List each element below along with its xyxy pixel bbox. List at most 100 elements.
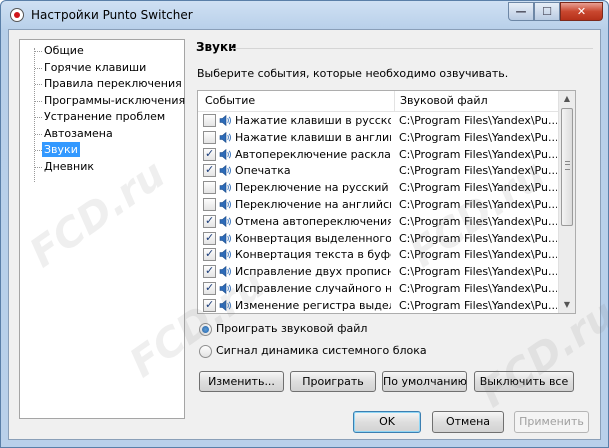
event-name-cell: Конвертация выделенного ... bbox=[235, 231, 391, 245]
sidebar-item[interactable]: Правила переключения bbox=[42, 76, 184, 91]
scrollbar-grip-icon bbox=[565, 161, 570, 170]
table-row[interactable]: Исправление двух прописн... C:\Program Fi… bbox=[198, 263, 559, 280]
event-checkbox[interactable] bbox=[203, 163, 216, 178]
sound-file-cell: C:\Program Files\Yandex\Pu... bbox=[399, 298, 557, 312]
default-button[interactable]: По умолчанию bbox=[382, 371, 467, 392]
sidebar-item[interactable]: Устранение проблем bbox=[42, 109, 167, 124]
event-checkbox[interactable] bbox=[203, 147, 216, 161]
scroll-up-arrow-icon[interactable]: ▲ bbox=[559, 91, 575, 107]
cancel-button[interactable]: Отмена bbox=[432, 411, 504, 433]
settings-navigation-tree: Общие Горячие клавиши Правила переключения… bbox=[19, 39, 185, 419]
sound-file-cell: C:\Program Files\Yandex\Pu... bbox=[399, 181, 557, 195]
table-row[interactable]: Опечатка C:\Program Files\Yandex\Pu... bbox=[198, 162, 559, 179]
tree-connector-branch bbox=[35, 166, 42, 168]
event-checkbox[interactable] bbox=[203, 231, 216, 245]
table-row[interactable]: Исправление случайного на... C:\Program F… bbox=[198, 280, 559, 297]
table-row[interactable]: Изменение регистра выдел... C:\Program Fi… bbox=[198, 297, 559, 313]
scrollbar-thumb[interactable] bbox=[561, 108, 573, 226]
table-row[interactable]: Автопереключение раскла... C:\Program Fil… bbox=[198, 146, 559, 163]
table-row[interactable]: Нажатие клавиши в русской... C:\Program F… bbox=[198, 112, 559, 129]
tree-connector-branch bbox=[35, 150, 42, 151]
sidebar-item[interactable]: Общие bbox=[42, 43, 86, 58]
event-checkbox[interactable] bbox=[203, 198, 216, 211]
column-header-event[interactable]: Событие bbox=[205, 94, 255, 107]
sound-file-cell: C:\Program Files\Yandex\Pu... bbox=[399, 130, 557, 144]
table-row[interactable]: Нажатие клавиши в английс... C:\Program F… bbox=[198, 129, 559, 146]
event-name-cell: Нажатие клавиши в английс... bbox=[235, 130, 391, 144]
table-row[interactable]: Конвертация текста в буфе... C:\Program F… bbox=[198, 246, 559, 263]
tree-connector-branch bbox=[35, 133, 42, 135]
event-checkbox[interactable] bbox=[203, 247, 216, 262]
event-name-cell: Конвертация текста в буфе... bbox=[235, 248, 391, 262]
sound-file-cell: C:\Program Files\Yandex\Pu... bbox=[399, 147, 557, 161]
section-description: Выберите события, которые необходимо озв… bbox=[197, 67, 509, 80]
speaker-icon bbox=[219, 248, 232, 261]
tree-connector-branch bbox=[35, 100, 42, 102]
scroll-down-arrow-icon[interactable]: ▼ bbox=[559, 297, 575, 313]
tree-connector-branch bbox=[35, 67, 42, 69]
event-checkbox[interactable] bbox=[203, 264, 216, 279]
radio-button[interactable] bbox=[199, 323, 212, 336]
radio-button[interactable] bbox=[199, 345, 212, 358]
tree-connector-branch bbox=[35, 51, 42, 52]
speaker-icon bbox=[219, 232, 232, 245]
table-row[interactable]: Отмена автопереключения C:\Program Files\… bbox=[198, 213, 559, 230]
event-checkbox[interactable] bbox=[203, 181, 216, 195]
sidebar-item[interactable]: Дневник bbox=[42, 159, 96, 174]
table-row[interactable]: Переключение на русский C:\Program Files\… bbox=[198, 179, 559, 196]
event-checkbox[interactable] bbox=[203, 298, 216, 312]
speaker-icon bbox=[219, 181, 232, 194]
event-name-cell: Автопереключение раскла... bbox=[235, 147, 391, 161]
apply-button[interactable]: Применить bbox=[514, 411, 589, 433]
speaker-icon bbox=[219, 265, 232, 278]
speaker-icon bbox=[219, 114, 232, 127]
play-button[interactable]: Проиграть bbox=[290, 371, 376, 392]
sidebar-item[interactable]: Горячие клавиши bbox=[42, 60, 148, 75]
event-checkbox[interactable] bbox=[203, 114, 216, 127]
radio-label: Сигнал динамика системного блока bbox=[216, 344, 427, 357]
disable-all-button[interactable]: Выключить все bbox=[474, 371, 574, 392]
column-header-sound-file[interactable]: Звуковой файл bbox=[400, 94, 488, 107]
table-header: Событие Звуковой файл bbox=[198, 91, 559, 112]
sound-file-cell: C:\Program Files\Yandex\Pu... bbox=[399, 214, 557, 228]
sidebar-item[interactable]: Автозамена bbox=[42, 126, 115, 141]
tree-connector-branch bbox=[35, 117, 42, 118]
speaker-icon bbox=[219, 198, 232, 211]
sidebar-item[interactable]: Звуки bbox=[42, 142, 80, 157]
sound-file-cell: C:\Program Files\Yandex\Pu... bbox=[399, 248, 557, 262]
punto-switcher-app-icon bbox=[10, 8, 24, 22]
sound-file-cell: C:\Program Files\Yandex\Pu... bbox=[399, 282, 557, 295]
sound-file-cell: C:\Program Files\Yandex\Pu... bbox=[399, 231, 557, 245]
table-row[interactable]: Переключение на английский C:\Program Fil… bbox=[198, 196, 559, 213]
event-name-cell: Переключение на русский bbox=[235, 181, 389, 195]
column-separator[interactable] bbox=[394, 91, 395, 111]
event-name-cell: Опечатка bbox=[235, 164, 291, 178]
speaker-icon bbox=[219, 282, 232, 295]
event-checkbox[interactable] bbox=[203, 214, 216, 228]
sidebar-item[interactable]: Программы-исключения bbox=[42, 93, 187, 108]
event-name-cell: Исправление двух прописн... bbox=[235, 265, 391, 279]
event-name-cell: Нажатие клавиши в русской... bbox=[235, 114, 391, 127]
radio-label: Проиграть звуковой файл bbox=[216, 322, 368, 335]
event-checkbox[interactable] bbox=[203, 130, 216, 144]
maximize-button[interactable]: ☐ bbox=[534, 2, 560, 21]
event-checkbox[interactable] bbox=[203, 281, 216, 295]
title-bar[interactable]: Настройки Punto Switcher — ☐ ✕ bbox=[1, 1, 608, 29]
close-button[interactable]: ✕ bbox=[560, 2, 603, 21]
speaker-icon bbox=[219, 299, 232, 312]
vertical-scrollbar[interactable]: ▲ ▼ bbox=[558, 91, 575, 313]
ok-button[interactable]: OK bbox=[353, 411, 421, 433]
event-name-cell: Изменение регистра выдел... bbox=[235, 298, 391, 312]
sound-file-cell: C:\Program Files\Yandex\Pu... bbox=[399, 114, 557, 127]
settings-window: Настройки Punto Switcher — ☐ ✕ Общие Горя… bbox=[0, 0, 609, 448]
table-row[interactable]: Конвертация выделенного ... C:\Program Fi… bbox=[198, 230, 559, 247]
minimize-button[interactable]: — bbox=[508, 2, 534, 21]
event-name-cell: Отмена автопереключения bbox=[235, 214, 391, 228]
change-button[interactable]: Изменить... bbox=[199, 371, 284, 392]
event-name-cell: Переключение на английский bbox=[235, 198, 391, 211]
section-divider bbox=[231, 48, 593, 49]
sound-file-cell: C:\Program Files\Yandex\Pu... bbox=[399, 265, 557, 279]
window-title: Настройки Punto Switcher bbox=[31, 8, 193, 22]
section-title: Звуки bbox=[196, 40, 237, 54]
event-name-cell: Исправление случайного на... bbox=[235, 282, 391, 295]
